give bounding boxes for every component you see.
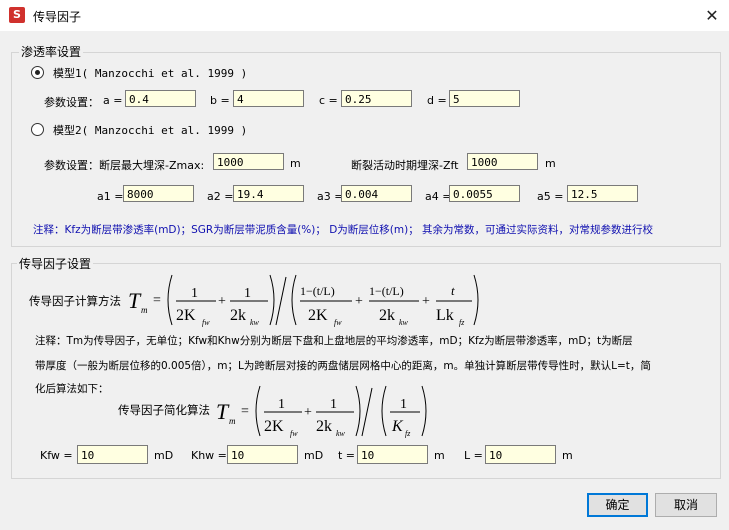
app-icon: S: [9, 7, 25, 23]
simplified-formula: T m = 1 2K fw + 1 2k kw 1 K fz: [216, 385, 427, 438]
svg-text:m: m: [141, 305, 148, 315]
svg-text:kw: kw: [336, 429, 346, 438]
svg-text:=: =: [241, 404, 249, 419]
kfw-label: Kfw =: [40, 449, 73, 462]
svg-text:fw: fw: [334, 318, 342, 327]
svg-text:2k: 2k: [230, 307, 246, 324]
zmax-unit: m: [290, 157, 301, 170]
kfw-input[interactable]: 10: [77, 445, 148, 464]
svg-text:1−(t/L): 1−(t/L): [300, 284, 335, 298]
svg-text:fz: fz: [405, 429, 411, 438]
model2-label[interactable]: 模型2( Manzocchi et al. 1999 ): [53, 122, 247, 138]
permeability-note: 注释：Kfz为断层带渗透率(mD)；SGR为断层带泥质含量(%)； D为断层位移…: [33, 224, 654, 236]
svg-text:2k: 2k: [316, 418, 332, 435]
transmissibility-note-line2: 带厚度（一般为断层位移的0.005倍），m；L为跨断层对接的两盘储层网格中心的距…: [35, 360, 651, 372]
ok-button[interactable]: 确定: [587, 493, 648, 517]
svg-text:+: +: [304, 405, 312, 420]
svg-text:T: T: [216, 399, 230, 424]
model2-radio[interactable]: [31, 123, 44, 136]
c-label: c =: [319, 94, 338, 107]
svg-text:+: +: [422, 294, 430, 309]
permeability-group-label: 渗透率设置: [19, 43, 84, 60]
t-unit: m: [434, 449, 445, 462]
cancel-button[interactable]: 取消: [655, 493, 717, 517]
svg-text:1: 1: [278, 397, 285, 412]
t-input[interactable]: 10: [357, 445, 428, 464]
svg-text:1: 1: [191, 286, 198, 301]
zft-unit: m: [545, 157, 556, 170]
svg-text:K: K: [391, 418, 404, 435]
method-label: 传导因子计算方法: [29, 294, 121, 308]
kfw-unit: mD: [154, 449, 174, 462]
transmissibility-group-label: 传导因子设置: [17, 255, 94, 272]
transmissibility-note-line3: 化后算法如下：: [35, 383, 109, 395]
a5-label: a5 =: [537, 190, 564, 203]
svg-text:T: T: [128, 288, 142, 313]
params2-label: 参数设置：断层最大埋深-Zmax:: [44, 159, 205, 172]
a1-label: a1 =: [97, 190, 124, 203]
svg-text:Lk: Lk: [436, 307, 454, 324]
svg-text:+: +: [218, 294, 226, 309]
d-input[interactable]: 5: [449, 90, 520, 107]
svg-text:kw: kw: [250, 318, 260, 327]
svg-text:1−(t/L): 1−(t/L): [369, 284, 404, 298]
zft-label: 断裂活动时期埋深-Zft: [351, 159, 459, 172]
a3-input[interactable]: 0.004: [341, 185, 412, 202]
svg-text:t: t: [451, 283, 455, 298]
transmissibility-formula: T m = 1 2K fw + 1 2k kw 1−(t/L) 2K fw + …: [128, 274, 479, 327]
model1-radio[interactable]: [31, 66, 44, 79]
l-input[interactable]: 10: [485, 445, 556, 464]
svg-text:2K: 2K: [308, 307, 328, 324]
params-label: 参数设置：: [44, 96, 99, 109]
khw-unit: mD: [304, 449, 324, 462]
svg-text:1: 1: [400, 397, 407, 412]
b-label: b =: [210, 94, 230, 107]
svg-text:2K: 2K: [264, 418, 284, 435]
t-label: t =: [338, 449, 356, 462]
simplified-label: 传导因子简化算法: [118, 403, 210, 417]
khw-label: Khw =: [191, 449, 227, 462]
svg-text:2K: 2K: [176, 307, 196, 324]
l-label: L =: [464, 449, 483, 462]
permeability-group: [11, 52, 721, 247]
close-icon: ✕: [705, 6, 719, 25]
svg-text:m: m: [229, 416, 236, 426]
svg-text:+: +: [355, 294, 363, 309]
d-label: d =: [427, 94, 447, 107]
zmax-input[interactable]: 1000: [213, 153, 284, 170]
a4-label: a4 =: [425, 190, 452, 203]
a1-input[interactable]: 8000: [123, 185, 194, 202]
l-unit: m: [562, 449, 573, 462]
a-input[interactable]: 0.4: [125, 90, 196, 107]
a5-input[interactable]: 12.5: [567, 185, 638, 202]
close-button[interactable]: ✕: [695, 0, 729, 31]
a4-input[interactable]: 0.0055: [449, 185, 520, 202]
a2-label: a2 =: [207, 190, 234, 203]
transmissibility-note-line1: 注释：Tm为传导因子，无单位；Kfw和Khw分别为断层下盘和上盘地层的平均渗透率…: [35, 335, 633, 347]
a3-label: a3 =: [317, 190, 344, 203]
window-title: 传导因子: [33, 10, 82, 24]
b-input[interactable]: 4: [233, 90, 304, 107]
svg-text:fw: fw: [202, 318, 210, 327]
svg-text:fw: fw: [290, 429, 298, 438]
svg-text:kw: kw: [399, 318, 409, 327]
svg-text:2k: 2k: [379, 307, 395, 324]
zft-input[interactable]: 1000: [467, 153, 538, 170]
svg-text:1: 1: [330, 397, 337, 412]
a-label: a =: [103, 94, 123, 107]
title-bar: S 传导因子 ✕: [0, 0, 729, 31]
khw-input[interactable]: 10: [227, 445, 298, 464]
c-input[interactable]: 0.25: [341, 90, 412, 107]
svg-text:fz: fz: [459, 318, 465, 327]
svg-text:=: =: [153, 293, 161, 308]
model1-label[interactable]: 模型1( Manzocchi et al. 1999 ): [53, 65, 247, 81]
svg-text:1: 1: [244, 286, 251, 301]
a2-input[interactable]: 19.4: [233, 185, 304, 202]
